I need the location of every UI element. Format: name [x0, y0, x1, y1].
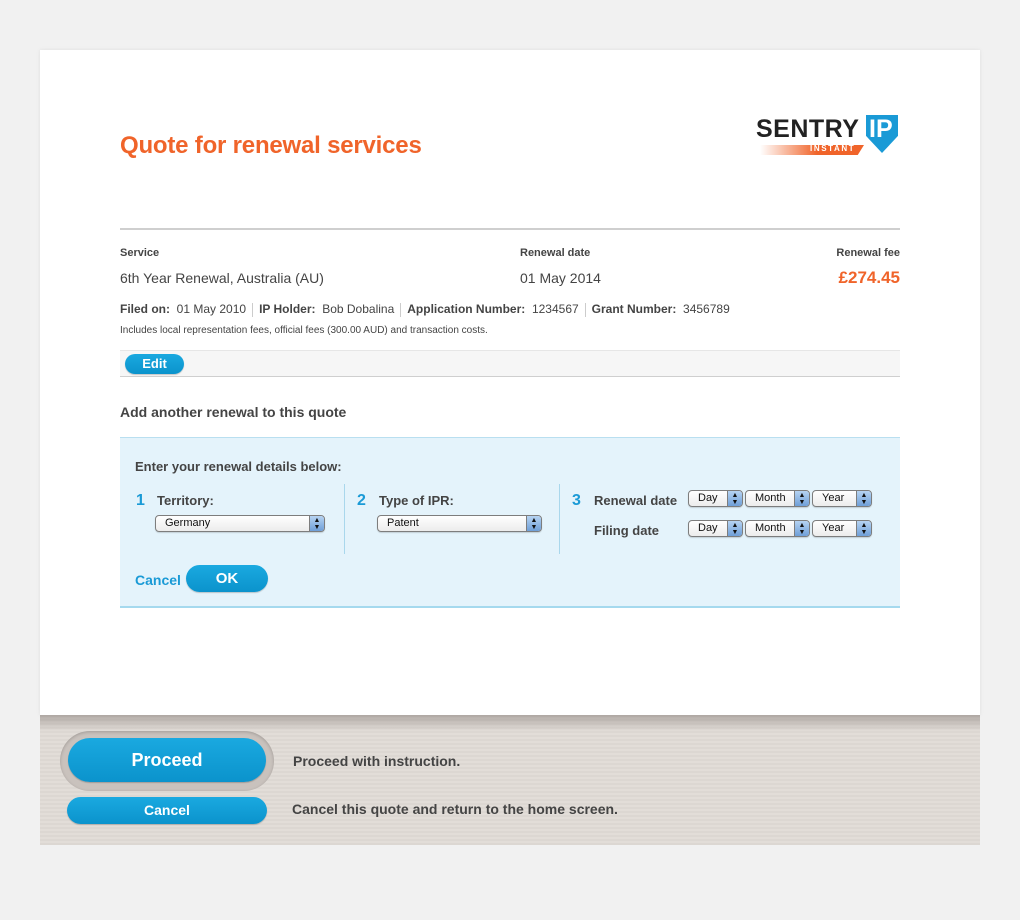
updown-arrows-icon: ▲ ▼: [309, 516, 324, 531]
renewal-date-label: Renewal date: [594, 493, 678, 508]
cancel-description: Cancel this quote and return to the home…: [292, 801, 618, 817]
panel-title: Enter your renewal details below:: [135, 459, 342, 474]
renewal-fee-value: £274.45: [838, 268, 900, 287]
renewal-day-select[interactable]: Day ▲ ▼: [688, 490, 743, 507]
ok-button[interactable]: OK: [186, 565, 268, 592]
meta-separator: [252, 302, 254, 317]
renewal-date-value: 01 May 2014: [520, 270, 601, 286]
meta-separator: [400, 302, 402, 317]
meta-value: 1234567: [531, 302, 579, 316]
territory-select[interactable]: Germany ▲ ▼: [155, 515, 325, 532]
column-divider: [559, 484, 560, 554]
logo-badge: IP: [869, 115, 893, 143]
meta-label: IP Holder:: [259, 302, 316, 316]
divider: [120, 228, 900, 230]
updown-arrows-icon: ▲ ▼: [727, 521, 742, 536]
quote-meta: Filed on: 01 May 2010 IP Holder: Bob Doba…: [120, 302, 730, 317]
edit-bar: Edit: [120, 350, 900, 377]
shield-icon: IP: [866, 115, 898, 153]
updown-arrows-icon: ▲ ▼: [856, 491, 871, 506]
step-number: 2: [357, 492, 366, 509]
sentry-ip-logo: SENTRY INSTANT IP: [756, 115, 901, 159]
filing-year-value: Year: [822, 522, 845, 534]
step-number: 1: [136, 492, 145, 509]
quote-card: Quote for renewal services SENTRY INSTAN…: [40, 50, 980, 715]
proceed-button[interactable]: Proceed: [68, 738, 266, 782]
service-value: 6th Year Renewal, Australia (AU): [120, 270, 324, 286]
page-title: Quote for renewal services: [120, 132, 422, 159]
service-header: Service: [120, 247, 160, 259]
renewal-day-value: Day: [698, 492, 718, 504]
action-footer: Proceed Proceed with instruction. Cancel…: [40, 715, 980, 845]
meta-value: 01 May 2010: [176, 302, 247, 316]
add-renewal-title: Add another renewal to this quote: [120, 404, 347, 420]
meta-label: Application Number:: [407, 302, 526, 316]
updown-arrows-icon: ▲ ▼: [727, 491, 742, 506]
meta-value: Bob Dobalina: [322, 302, 395, 316]
edit-button[interactable]: Edit: [125, 354, 184, 374]
territory-value: Germany: [165, 517, 211, 529]
meta-label: Grant Number:: [591, 302, 677, 316]
proceed-ring: Proceed: [60, 731, 274, 791]
filing-date-label: Filing date: [594, 523, 659, 538]
updown-arrows-icon: ▲ ▼: [794, 491, 809, 506]
ipr-type-label: Type of IPR:: [379, 493, 454, 508]
renewal-year-value: Year: [822, 492, 845, 504]
updown-arrows-icon: ▲ ▼: [526, 516, 541, 531]
logo-word: SENTRY: [756, 115, 860, 143]
filing-month-value: Month: [755, 522, 786, 534]
filing-month-select[interactable]: Month ▲ ▼: [745, 520, 810, 537]
filing-year-select[interactable]: Year ▲ ▼: [812, 520, 872, 537]
cancel-quote-button[interactable]: Cancel: [67, 797, 267, 824]
renewal-fee-header: Renewal fee: [836, 247, 900, 259]
filing-day-value: Day: [698, 522, 718, 534]
meta-value: 3456789: [683, 302, 730, 316]
cancel-link[interactable]: Cancel: [135, 572, 181, 588]
step-number: 3: [572, 492, 581, 509]
updown-arrows-icon: ▲ ▼: [856, 521, 871, 536]
meta-label: Filed on:: [120, 302, 170, 316]
ipr-type-select[interactable]: Patent ▲ ▼: [377, 515, 542, 532]
ipr-type-value: Patent: [387, 517, 419, 529]
renewal-month-select[interactable]: Month ▲ ▼: [745, 490, 810, 507]
meta-separator: [584, 302, 586, 317]
proceed-description: Proceed with instruction.: [293, 753, 461, 769]
updown-arrows-icon: ▲ ▼: [794, 521, 809, 536]
territory-label: Territory:: [157, 493, 214, 508]
renewal-year-select[interactable]: Year ▲ ▼: [812, 490, 872, 507]
renewal-details-panel: Enter your renewal details below: 1 Terr…: [120, 437, 900, 608]
column-divider: [344, 484, 345, 554]
logo-tagline: INSTANT: [810, 144, 856, 153]
renewal-month-value: Month: [755, 492, 786, 504]
fee-note: Includes local representation fees, offi…: [120, 325, 488, 336]
filing-day-select[interactable]: Day ▲ ▼: [688, 520, 743, 537]
renewal-date-header: Renewal date: [520, 247, 591, 259]
